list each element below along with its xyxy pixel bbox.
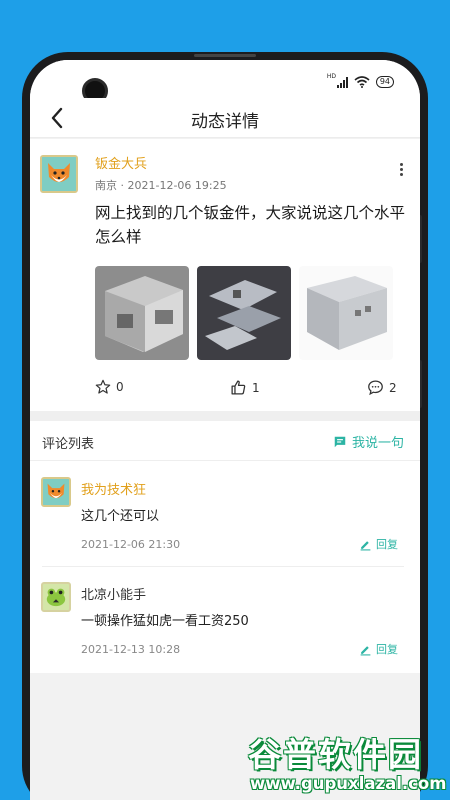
post-meta: 南京 · 2021-12-06 19:25 bbox=[95, 179, 227, 192]
favorite-count: 0 bbox=[116, 380, 124, 394]
site-watermark: 谷普软件园 www.gupuxlazal.com bbox=[248, 728, 448, 800]
frog-avatar-icon bbox=[43, 584, 69, 610]
watermark-title: 谷普软件园 bbox=[248, 735, 423, 774]
commenter-avatar[interactable] bbox=[41, 582, 71, 612]
reply-label: 回复 bbox=[376, 643, 398, 656]
reply-button[interactable]: 回复 bbox=[359, 641, 398, 657]
commenter-name[interactable]: 我为技术狂 bbox=[81, 479, 146, 498]
reply-button[interactable]: 回复 bbox=[359, 536, 398, 552]
thumbs-up-icon bbox=[231, 380, 246, 395]
app-screen: HD 94 动态详情 钣金大兵 南京 · 2021-12-06 19:25 网上… bbox=[30, 60, 420, 800]
post-image-2[interactable] bbox=[197, 266, 291, 360]
more-menu-icon[interactable] bbox=[400, 163, 404, 176]
post-image-3[interactable] bbox=[299, 266, 393, 360]
author-avatar[interactable] bbox=[40, 155, 78, 193]
status-bar: HD 94 bbox=[30, 60, 420, 104]
wifi-icon bbox=[354, 76, 370, 88]
comment-time: 2021-12-06 21:30 bbox=[81, 538, 181, 551]
hd-label: HD bbox=[326, 72, 336, 80]
comment-item: 北凉小能手 一顿操作猛如虎一看工资250 2021-12-13 10:28 回复 bbox=[30, 566, 420, 672]
cell-signal-icon: HD bbox=[327, 73, 348, 88]
post-actions: 0 1 2 bbox=[30, 379, 420, 403]
pencil-icon bbox=[360, 540, 371, 550]
comment-section: 评论列表 我说一句 我为技术狂 这几个还可以 2021-12-06 21:30 … bbox=[30, 421, 420, 673]
comment-text: 这几个还可以 bbox=[81, 509, 160, 524]
comment-bubble-icon bbox=[368, 380, 383, 396]
comment-button[interactable]: 2 bbox=[367, 379, 397, 396]
section-spacer bbox=[30, 411, 420, 421]
post-image-1[interactable] bbox=[95, 266, 189, 360]
post-card: 钣金大兵 南京 · 2021-12-06 19:25 网上找到的几个钣金件，大家… bbox=[30, 139, 420, 411]
author-name[interactable]: 钣金大兵 bbox=[95, 153, 147, 172]
comment-header: 评论列表 我说一句 bbox=[30, 421, 420, 461]
like-count: 1 bbox=[252, 380, 260, 395]
fox-avatar-icon bbox=[43, 479, 69, 505]
comment-time: 2021-12-13 10:28 bbox=[81, 643, 181, 656]
post-image-grid bbox=[95, 266, 393, 360]
pencil-icon bbox=[360, 645, 371, 655]
write-comment-label: 我说一句 bbox=[351, 436, 404, 451]
watermark-url: www.gupuxlazal.com bbox=[250, 774, 447, 793]
like-button[interactable]: 1 bbox=[230, 379, 260, 396]
page-title: 动态详情 bbox=[191, 112, 259, 132]
star-icon bbox=[95, 379, 111, 394]
speaker-slot bbox=[194, 54, 256, 57]
battery-icon: 94 bbox=[375, 76, 394, 88]
fox-avatar-icon bbox=[42, 157, 76, 191]
write-comment-button[interactable]: 我说一句 bbox=[333, 432, 404, 451]
nav-bar: 动态详情 bbox=[30, 98, 420, 138]
comment-text: 一顿操作猛如虎一看工资250 bbox=[81, 614, 249, 629]
commenter-avatar[interactable] bbox=[41, 477, 71, 507]
commenter-name[interactable]: 北凉小能手 bbox=[81, 584, 146, 603]
comment-list-title: 评论列表 bbox=[42, 437, 95, 452]
favorite-button[interactable]: 0 bbox=[95, 379, 124, 395]
comment-item: 我为技术狂 这几个还可以 2021-12-06 21:30 回复 bbox=[30, 461, 420, 567]
comment-count: 2 bbox=[389, 380, 397, 395]
post-content: 网上找到的几个钣金件，大家说说这几个水平怎么样 bbox=[95, 204, 406, 246]
reply-label: 回复 bbox=[376, 538, 398, 551]
message-icon bbox=[334, 436, 346, 447]
status-icons: HD 94 bbox=[327, 73, 394, 88]
